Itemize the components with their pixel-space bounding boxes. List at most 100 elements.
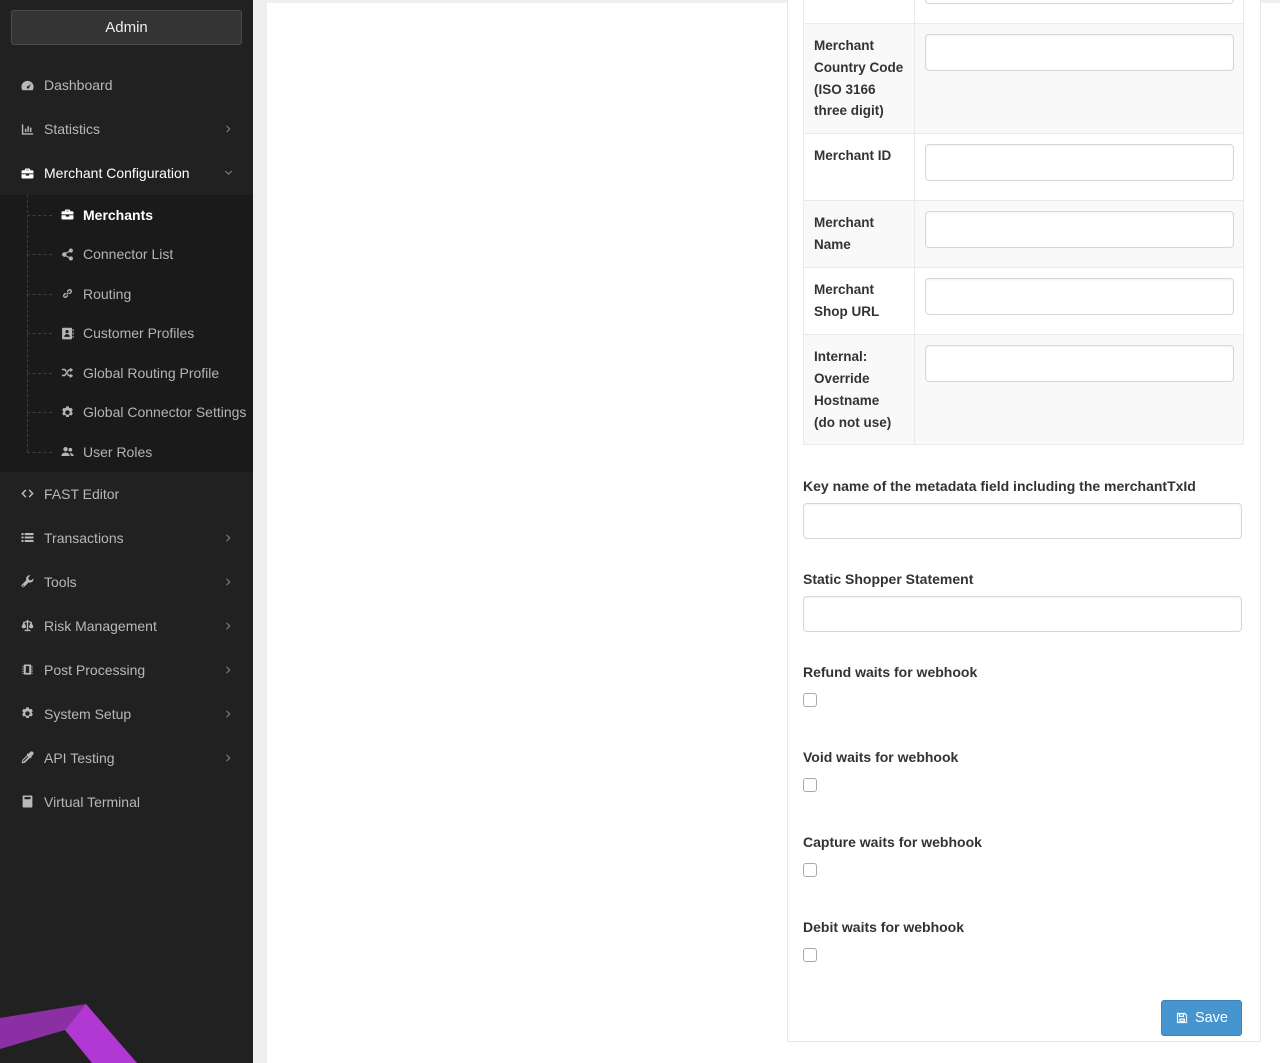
brand-logo [0,993,253,1063]
internal-override-hostname-do-not-use-input[interactable] [925,345,1234,382]
merchant-country-code-iso-3166-three-digit-input[interactable] [925,34,1234,71]
chevron-right-icon [223,664,234,675]
sidebar-header[interactable]: Admin [11,10,242,45]
form-group-refund-waits-for-webhook: Refund waits for webhook [803,664,1242,707]
gear-icon [59,405,76,420]
form-group-key-name-of-the-metadata-field-including-the-merchanttxid: Key name of the metadata field including… [803,478,1242,539]
field-label: Capture waits for webhook [803,834,1242,851]
debit-waits-for-webhook-checkbox[interactable] [803,948,817,962]
table-row-field [915,201,1244,268]
sidebar-item-label: Global Routing Profile [83,365,219,381]
table-row-field [915,134,1244,201]
briefcase-icon [59,207,76,222]
eyedropper-icon [18,750,36,765]
wrench-icon [18,574,36,589]
code-icon [18,486,36,501]
sidebar-item-label: Tools [44,574,77,590]
static-shopper-statement-input[interactable] [803,596,1242,632]
chevron-right-icon [223,124,234,135]
sidebar-item-transactions[interactable]: Transactions [0,516,253,560]
save-button[interactable]: Save [1161,1000,1242,1036]
sidebar-item-global-routing-profile[interactable]: Global Routing Profile [0,353,253,393]
table-row: Merchant Country Code (ISO 3166 three di… [804,24,1244,134]
chevron-right-icon [223,532,234,543]
sidebar: Admin Dashboard Statistics Merchant Config… [0,0,253,1063]
table-row [804,0,1244,24]
merchant-id-input[interactable] [925,144,1234,181]
table-row: Merchant ID [804,134,1244,201]
table-row-label: Merchant Country Code (ISO 3166 three di… [804,24,915,134]
sidebar-item-connector-list[interactable]: Connector List [0,235,253,275]
sidebar-item-routing[interactable]: Routing [0,274,253,314]
chevron-right-icon [223,708,234,719]
calculator-icon [18,794,36,809]
table-row: Merchant Shop URL [804,268,1244,335]
sidebar-item-tools[interactable]: Tools [0,560,253,604]
chevron-down-icon [223,168,234,179]
void-waits-for-webhook-checkbox[interactable] [803,778,817,792]
sidebar-nav: Dashboard Statistics Merchant Configuratio… [0,63,253,824]
sidebar-item-fast-editor[interactable]: FAST Editor [0,472,253,516]
table-row-field [915,24,1244,134]
sidebar-item-dashboard[interactable]: Dashboard [0,63,253,107]
sidebar-item-api-testing[interactable]: API Testing [0,736,253,780]
cropped-top-input[interactable] [925,0,1234,4]
chevron-right-icon [223,752,234,763]
sidebar-item-merchants[interactable]: Merchants [0,195,253,235]
field-label: Static Shopper Statement [803,571,1242,588]
key-name-of-the-metadata-field-including-the-merchanttxid-input[interactable] [803,503,1242,539]
briefcase-icon [18,166,36,181]
table-row-field [915,335,1244,445]
table-row-label: Merchant Shop URL [804,268,915,335]
save-button-label: Save [1195,1010,1228,1026]
form-field-stack: Key name of the metadata field including… [803,478,1242,962]
sidebar-item-post-processing[interactable]: Post Processing [0,648,253,692]
field-label: Key name of the metadata field including… [803,478,1242,495]
table-row-label: Merchant ID [804,134,915,201]
refund-waits-for-webhook-checkbox[interactable] [803,693,817,707]
gear-icon [18,706,36,721]
sidebar-item-system-setup[interactable]: System Setup [0,692,253,736]
merchant-settings-table: Merchant Country Code (ISO 3166 three di… [803,0,1244,445]
sidebar-item-global-connector-settings[interactable]: Global Connector Settings [0,393,253,433]
chain-icon [59,286,76,301]
sidebar-item-label: Global Connector Settings [83,404,246,420]
merchant-name-input[interactable] [925,211,1234,248]
field-label: Void waits for webhook [803,749,1242,766]
save-icon [1175,1011,1189,1025]
sidebar-item-label: Virtual Terminal [44,794,140,810]
table-row-label: Internal: Override Hostname (do not use) [804,335,915,445]
chevron-right-icon [223,576,234,587]
sidebar-item-label: Dashboard [44,77,113,93]
sidebar-item-label: Routing [83,286,131,302]
field-label: Debit waits for webhook [803,919,1242,936]
form-group-debit-waits-for-webhook: Debit waits for webhook [803,919,1242,962]
sidebar-item-label: Merchant Configuration [44,165,190,181]
merchant-shop-url-input[interactable] [925,278,1234,315]
share-icon [59,247,76,262]
chevron-right-icon [223,620,234,631]
table-row-label: Merchant Name [804,201,915,268]
table-row: Merchant Name [804,201,1244,268]
sidebar-item-customer-profiles[interactable]: Customer Profiles [0,314,253,354]
sidebar-item-label: Post Processing [44,662,145,678]
sidebar-submenu: MerchantsConnector List Routing Customer P… [0,195,253,472]
capture-waits-for-webhook-checkbox[interactable] [803,863,817,877]
list-icon [18,530,36,545]
sidebar-item-virtual-terminal[interactable]: Virtual Terminal [0,780,253,824]
sidebar-item-label: System Setup [44,706,131,722]
shuffle-icon [59,365,76,380]
balance-scale-icon [18,618,36,633]
users-icon [59,444,76,459]
form-group-void-waits-for-webhook: Void waits for webhook [803,749,1242,792]
table-row: Internal: Override Hostname (do not use) [804,335,1244,445]
form-group-static-shopper-statement: Static Shopper Statement [803,571,1242,632]
sidebar-item-statistics[interactable]: Statistics [0,107,253,151]
sidebar-item-merchant-configuration[interactable]: Merchant Configuration [0,151,253,195]
sidebar-item-label: Customer Profiles [83,325,194,341]
sidebar-item-label: API Testing [44,750,115,766]
sidebar-item-user-roles[interactable]: User Roles [0,432,253,472]
sidebar-item-risk-management[interactable]: Risk Management [0,604,253,648]
sidebar-item-label: Transactions [44,530,124,546]
address-book-icon [59,326,76,341]
